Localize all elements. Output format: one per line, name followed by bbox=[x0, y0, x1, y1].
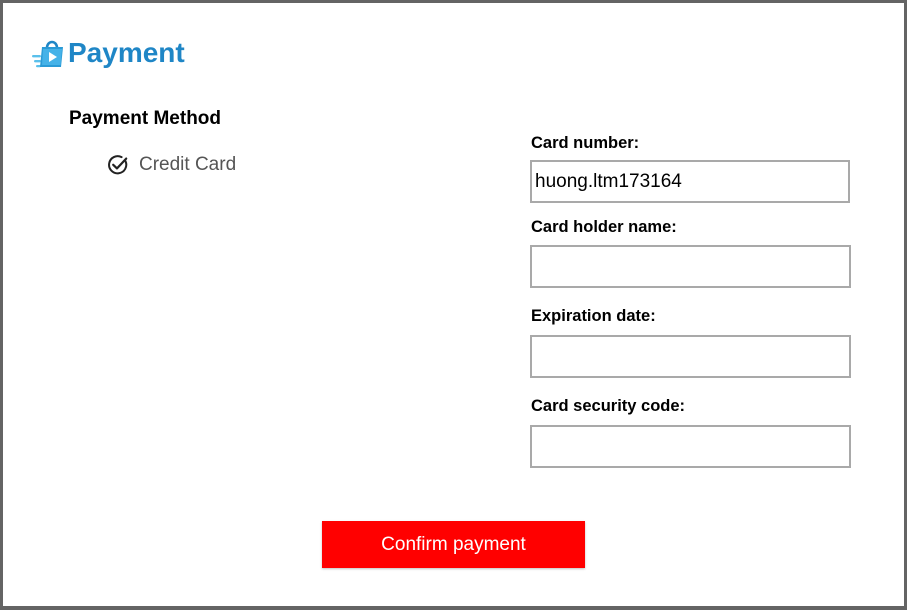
payment-window: Payment Payment Method Credit Card Card … bbox=[0, 0, 907, 610]
shopping-bag-icon bbox=[32, 40, 63, 68]
card-number-input[interactable] bbox=[530, 160, 850, 203]
check-circle-icon bbox=[108, 155, 128, 175]
confirm-payment-button[interactable]: Confirm payment bbox=[322, 521, 585, 568]
security-code-input[interactable] bbox=[530, 425, 851, 468]
card-number-label: Card number: bbox=[531, 134, 640, 152]
payment-option-credit-card[interactable]: Credit Card bbox=[107, 153, 236, 177]
payment-method-heading: Payment Method bbox=[69, 108, 222, 129]
page-title: Payment bbox=[68, 37, 185, 68]
card-holder-name-input[interactable] bbox=[530, 245, 851, 288]
security-code-label: Card security code: bbox=[531, 397, 686, 415]
expiration-date-label: Expiration date: bbox=[531, 307, 656, 325]
card-holder-name-label: Card holder name: bbox=[531, 218, 677, 236]
payment-option-label: Credit Card bbox=[139, 154, 237, 175]
expiration-date-input[interactable] bbox=[530, 335, 851, 378]
